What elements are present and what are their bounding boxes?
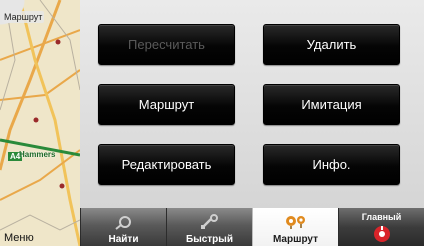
- simulation-button[interactable]: Имитация: [263, 84, 400, 125]
- tab-quick[interactable]: Быстрый: [166, 208, 252, 246]
- route-pins-icon: [285, 216, 305, 229]
- recalculate-button[interactable]: Пересчитать: [98, 24, 235, 65]
- wrench-icon: [200, 214, 218, 229]
- map-label: Маршрут: [2, 11, 45, 23]
- info-button[interactable]: Инфо.: [263, 144, 400, 185]
- delete-button[interactable]: Удалить: [263, 24, 400, 65]
- edit-button[interactable]: Редактировать: [98, 144, 235, 185]
- tab-find[interactable]: Найти: [80, 208, 166, 246]
- tab-main-label: Главный: [361, 212, 402, 222]
- menu-label[interactable]: Меню: [4, 232, 34, 244]
- tab-main[interactable]: Главный: [338, 208, 424, 246]
- main-menu-icon: [373, 226, 390, 242]
- tab-route[interactable]: Маршрут: [252, 208, 338, 246]
- tab-bar: Найти Быстрый Маршрут Главный: [80, 208, 424, 246]
- find-icon: [114, 216, 131, 230]
- tab-find-label: Найти: [108, 234, 139, 245]
- route-button[interactable]: Маршрут: [98, 84, 235, 125]
- tab-quick-label: Быстрый: [186, 234, 233, 245]
- tab-route-label: Маршрут: [272, 234, 318, 245]
- route-menu-panel: Пересчитать Удалить Маршрут Имитация Ред…: [80, 0, 424, 208]
- place-name: Hammers: [19, 150, 56, 159]
- map-view[interactable]: Маршрут A4 Hammers: [0, 0, 80, 246]
